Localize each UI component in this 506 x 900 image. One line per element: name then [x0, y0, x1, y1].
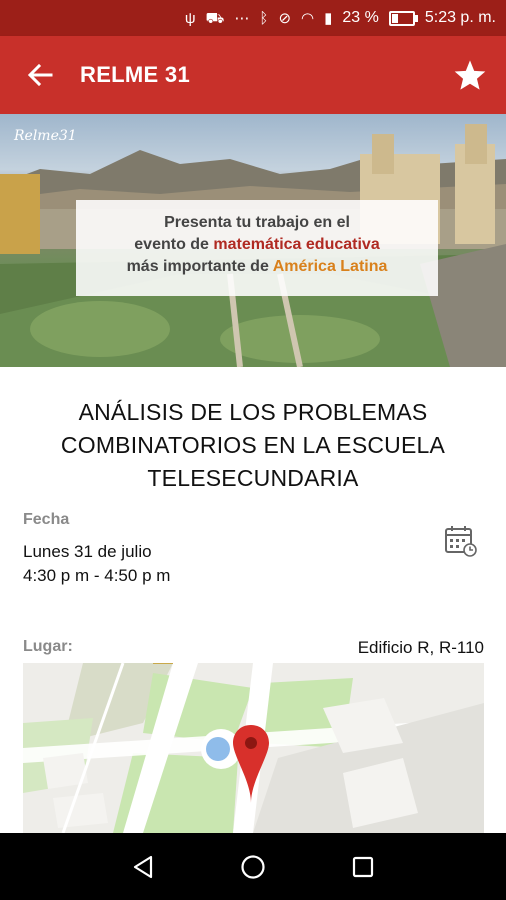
system-nav-bar: [0, 833, 506, 900]
calendar-add-icon[interactable]: [444, 524, 478, 558]
home-circle-icon[interactable]: [233, 847, 273, 887]
battery-percent: 23 %: [342, 9, 379, 26]
event-banner: Relme31 Presenta tu trabajo en el evento…: [0, 114, 506, 367]
more-icon: ⋯: [234, 9, 250, 27]
tagline-line3: más importante de América Latina: [126, 258, 388, 275]
car-icon: ⛟: [205, 9, 225, 27]
relme-logo: Relme31: [14, 128, 77, 144]
tagline-emphasis-2: América Latina: [272, 258, 388, 275]
date-label: Fecha: [23, 511, 70, 528]
star-icon[interactable]: [434, 36, 506, 114]
battery-icon: [388, 10, 418, 26]
app-bar: RELME 31: [0, 36, 506, 114]
session-date: Lunes 31 de julio: [23, 542, 152, 561]
session-title: ANÁLISIS DE LOS PROBLEMAS COMBINATORIOS …: [60, 399, 446, 491]
app-title: RELME 31: [80, 62, 190, 87]
recents-square-icon[interactable]: [343, 847, 383, 887]
tagline-emphasis-1: matemática educativa: [213, 236, 380, 253]
mute-icon: ⊘: [278, 9, 292, 27]
tagline-line2: evento de matemática educativa: [134, 236, 380, 253]
wifi-icon: ◠: [301, 9, 315, 27]
session-place: Edificio R, R-110: [357, 638, 484, 657]
location-map[interactable]: [23, 663, 484, 833]
map-pin-icon: [233, 725, 269, 803]
banner-tagline: Presenta tu trabajo en el evento de mate…: [76, 200, 438, 296]
session-time: 4:30 p m - 4:50 p m: [23, 566, 171, 585]
arrow-back-icon[interactable]: [0, 36, 80, 114]
tagline-line1: Presenta tu trabajo en el: [164, 214, 350, 231]
place-label: Lugar:: [23, 638, 73, 655]
clock: 5:23 p. m.: [424, 9, 496, 26]
status-bar: ψ ⛟ ⋯ ᛒ ⊘ ◠ ▮ 23 % 5:23 p. m.: [0, 0, 506, 36]
bluetooth-icon: ᛒ: [259, 9, 269, 27]
sim-icon: ▮: [324, 9, 333, 27]
usb-icon: ψ: [184, 9, 196, 27]
back-triangle-icon[interactable]: [123, 847, 163, 887]
